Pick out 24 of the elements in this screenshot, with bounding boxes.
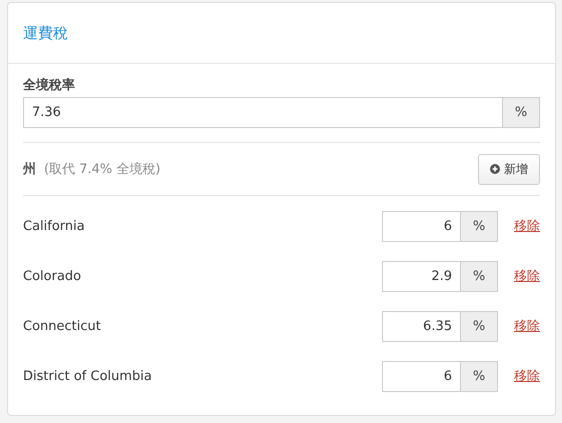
- rate-field[interactable]: 7.36: [23, 97, 503, 128]
- state-name: Connecticut: [23, 318, 102, 334]
- rate-field[interactable]: 6: [382, 360, 461, 392]
- section-label: 州: [23, 161, 36, 178]
- state-name: California: [23, 218, 86, 234]
- remove-link[interactable]: 移除: [514, 317, 540, 335]
- unit-addon: %: [461, 360, 498, 392]
- unit-addon: %: [461, 260, 498, 292]
- rate-field[interactable]: 6.35: [382, 310, 461, 342]
- add-button[interactable]: 新增: [478, 154, 540, 184]
- remove-link[interactable]: 移除: [514, 367, 540, 385]
- unit-addon: %: [503, 97, 540, 128]
- remove-link[interactable]: 移除: [514, 217, 540, 235]
- rate-field[interactable]: 6: [382, 210, 461, 242]
- card-title: 運費稅: [23, 24, 68, 42]
- state-name: District of Columbia: [23, 368, 153, 384]
- unit-addon: %: [461, 310, 498, 342]
- unit-addon: %: [461, 210, 498, 242]
- section-note: (取代 7.4% 全境稅): [44, 161, 160, 178]
- plus-circle-icon: [490, 164, 500, 174]
- state-name: Colorado: [23, 268, 82, 284]
- rate-field[interactable]: 2.9: [382, 260, 461, 292]
- remove-link[interactable]: 移除: [514, 267, 540, 285]
- field-label: 全境稅率: [23, 76, 76, 94]
